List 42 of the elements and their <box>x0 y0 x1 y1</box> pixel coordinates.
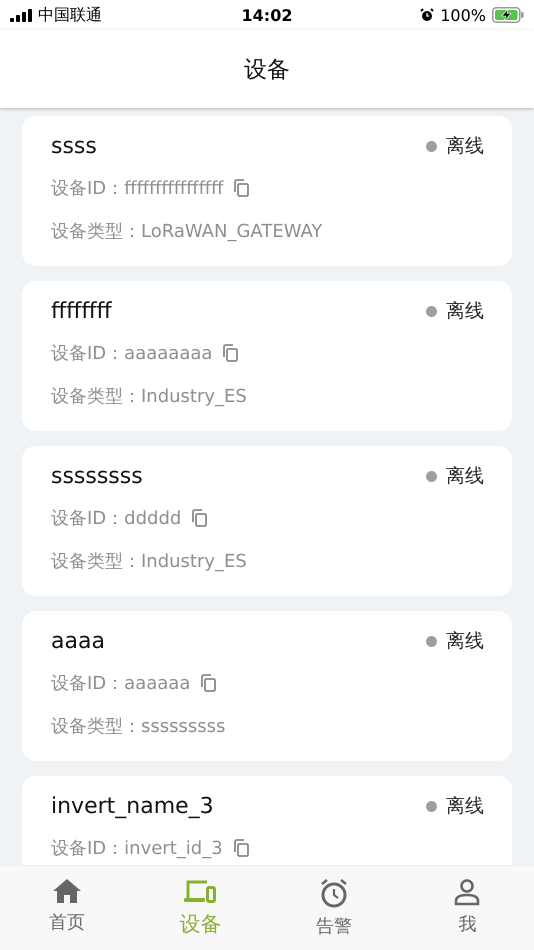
copy-icon[interactable] <box>231 178 252 198</box>
signal-icon <box>10 8 32 22</box>
device-id: 设备ID：ffffffffffffffff <box>51 177 224 200</box>
battery-charging-icon <box>492 7 524 23</box>
status-label: 离线 <box>446 464 484 489</box>
copy-icon[interactable] <box>220 343 240 363</box>
person-icon <box>454 878 480 906</box>
devices-icon <box>183 878 218 904</box>
copy-icon[interactable] <box>189 508 210 528</box>
status-label: 离线 <box>446 794 484 819</box>
carrier-name: 中国联通 <box>38 4 102 26</box>
status-time: 14:02 <box>242 6 292 24</box>
tab-item[interactable]: 我 <box>400 866 534 950</box>
device-card[interactable]: ffffffff 离线 设备ID：aaaaaaaa 设备类型：Industry_ES <box>22 281 512 431</box>
status-label: 离线 <box>446 299 484 324</box>
device-type: 设备类型：Industry_ES <box>51 550 248 574</box>
status-label: 离线 <box>446 629 484 654</box>
device-id: 设备ID：invert_id_3 <box>51 837 223 860</box>
device-type: 设备类型：Industry_ES <box>51 385 248 409</box>
device-card[interactable]: invert_name_3 离线 设备ID：invert_id_3 <box>22 776 512 865</box>
page-title: 设备 <box>244 56 290 84</box>
device-card[interactable]: aaaa 离线 设备ID：aaaaaa 设备类型：sssssssss <box>22 611 512 761</box>
device-type: 设备类型：sssssssss <box>51 715 226 739</box>
device-id: 设备ID：aaaaaa <box>51 672 190 695</box>
tab-item[interactable]: 首页 <box>0 866 134 950</box>
device-name: ssssssss <box>51 464 143 488</box>
home-icon <box>52 878 82 904</box>
tab-item[interactable]: 告警 <box>267 866 400 950</box>
alarm-clock-icon <box>318 878 349 908</box>
device-name: invert_name_3 <box>51 794 214 818</box>
battery-percent: 100% <box>440 6 486 24</box>
status-label: 离线 <box>446 134 484 159</box>
device-name: aaaa <box>51 628 105 654</box>
device-card[interactable]: ssssssss 离线 设备ID：ddddd 设备类型：Industry_ES <box>22 446 512 596</box>
device-name: ssss <box>51 134 97 158</box>
device-id: 设备ID：ddddd <box>51 507 182 530</box>
alarm-clock-icon <box>420 8 434 22</box>
device-type: 设备类型：LoRaWAN_GATEWAY <box>51 220 324 244</box>
device-name: ffffffff <box>51 298 112 324</box>
device-card[interactable]: ssss 离线 设备ID：ffffffffffffffff 设备类型：LoRaWAN_GATEWAY <box>22 116 512 266</box>
device-id: 设备ID：aaaaaaaa <box>51 342 212 365</box>
copy-icon[interactable] <box>198 673 218 693</box>
